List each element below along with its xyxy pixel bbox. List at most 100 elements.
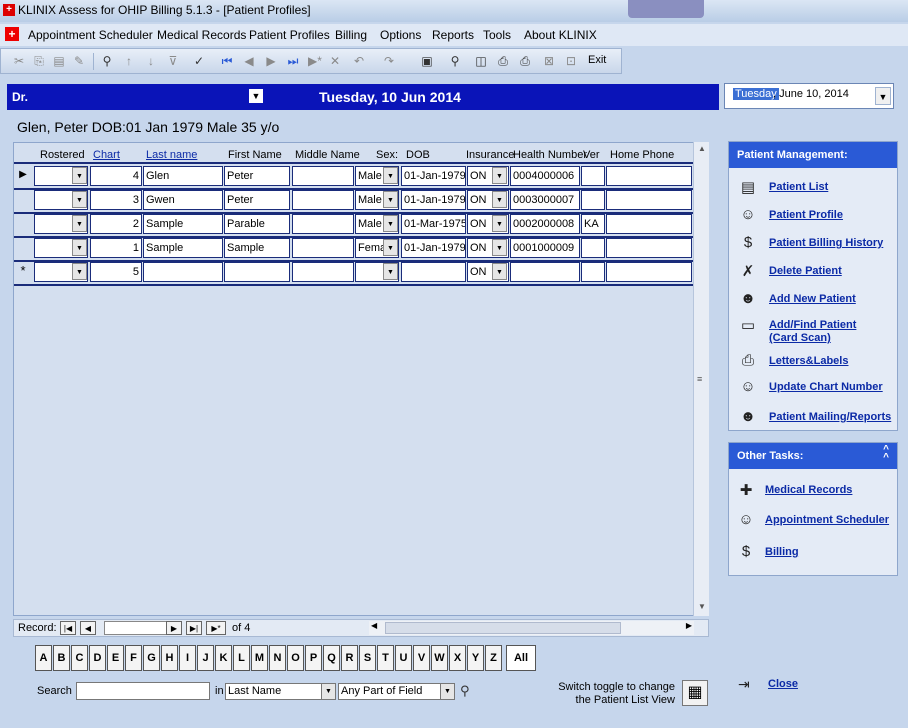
insurance-chevron-down-icon[interactable]: ▼ bbox=[492, 191, 507, 208]
last-name-cell[interactable]: Glen bbox=[143, 166, 223, 186]
middle-name-cell[interactable] bbox=[292, 238, 354, 258]
first-name-cell[interactable] bbox=[224, 262, 290, 282]
column-header-chart[interactable]: Chart bbox=[93, 149, 120, 161]
vertical-scrollbar[interactable]: ▲ ≡ ▼ bbox=[693, 142, 709, 616]
home-phone-cell[interactable] bbox=[606, 238, 692, 258]
letter-button-i[interactable]: I bbox=[179, 645, 196, 671]
task-add-find-patient-link[interactable]: Add/Find Patient (Card Scan) bbox=[769, 319, 856, 345]
letter-button-r[interactable]: R bbox=[341, 645, 358, 671]
letter-button-x[interactable]: X bbox=[449, 645, 466, 671]
unlock-icon[interactable]: ⊡ bbox=[563, 53, 579, 69]
search-field-chevron-down-icon[interactable]: ▼ bbox=[321, 684, 335, 699]
last-name-cell[interactable]: Sample bbox=[143, 214, 223, 234]
sex-chevron-down-icon[interactable]: ▼ bbox=[383, 191, 398, 208]
date-picker[interactable]: Tuesday , June 10, 2014 ▼ bbox=[724, 83, 894, 109]
letter-button-o[interactable]: O bbox=[287, 645, 304, 671]
insurance-chevron-down-icon[interactable]: ▼ bbox=[492, 215, 507, 232]
scroll-left-icon[interactable]: ◀ bbox=[371, 621, 377, 630]
search-match-select[interactable]: Any Part of Field ▼ bbox=[338, 683, 455, 700]
insurance-chevron-down-icon[interactable]: ▼ bbox=[492, 239, 507, 256]
new-record-icon[interactable]: ▶* bbox=[307, 53, 323, 69]
letter-button-c[interactable]: C bbox=[71, 645, 88, 671]
table-row[interactable]: ▼ 3 Gwen Peter Male ▼ 01-Jan-1979 ON ▼ 0… bbox=[14, 188, 694, 212]
task-add-new-patient-link[interactable]: Add New Patient bbox=[769, 293, 856, 306]
task-letters-labels-link[interactable]: Letters&Labels bbox=[769, 355, 848, 368]
health-number-cell[interactable] bbox=[510, 262, 580, 282]
date-picker-date[interactable]: , June 10, 2014 bbox=[773, 88, 849, 100]
letter-button-l[interactable]: L bbox=[233, 645, 250, 671]
first-record-icon[interactable]: ⏮ bbox=[219, 53, 235, 69]
home-phone-cell[interactable] bbox=[606, 262, 692, 282]
chart-cell[interactable]: 3 bbox=[90, 190, 142, 210]
letter-button-e[interactable]: E bbox=[107, 645, 124, 671]
open-book-icon[interactable]: ◫ bbox=[473, 53, 489, 69]
letter-button-z[interactable]: Z bbox=[485, 645, 502, 671]
menu-medical-records[interactable]: Medical Records bbox=[157, 28, 246, 42]
ver-cell[interactable] bbox=[581, 262, 605, 282]
search-match-chevron-down-icon[interactable]: ▼ bbox=[440, 684, 454, 699]
next-record-button[interactable]: ▶ bbox=[166, 621, 182, 635]
first-name-cell[interactable]: Peter bbox=[224, 190, 290, 210]
dob-cell[interactable] bbox=[401, 262, 466, 282]
menu-patient-profiles[interactable]: Patient Profiles bbox=[249, 28, 330, 42]
task-billing-link[interactable]: Billing bbox=[765, 546, 799, 559]
lock-icon[interactable]: ⊠ bbox=[541, 53, 557, 69]
copy-icon[interactable]: ⎘ bbox=[31, 53, 47, 69]
row-selector[interactable] bbox=[14, 236, 32, 260]
zoom-icon[interactable]: ⚲ bbox=[447, 53, 463, 69]
scroll-right-icon[interactable]: ▶ bbox=[686, 621, 692, 630]
horizontal-scroll-thumb[interactable] bbox=[385, 622, 621, 634]
task-mailing-reports-link[interactable]: Patient Mailing/Reports bbox=[769, 411, 891, 424]
letter-button-d[interactable]: D bbox=[89, 645, 106, 671]
ver-cell[interactable] bbox=[581, 166, 605, 186]
sex-chevron-down-icon[interactable]: ▼ bbox=[383, 167, 398, 184]
first-name-cell[interactable]: Peter bbox=[224, 166, 290, 186]
letter-button-h[interactable]: H bbox=[161, 645, 178, 671]
close-door-icon[interactable]: ⇥ bbox=[738, 676, 750, 693]
ver-cell[interactable] bbox=[581, 238, 605, 258]
task-billing-history-link[interactable]: Patient Billing History bbox=[769, 237, 883, 250]
letter-button-p[interactable]: P bbox=[305, 645, 322, 671]
letter-button-b[interactable]: B bbox=[53, 645, 70, 671]
cut-icon[interactable]: ✂ bbox=[11, 53, 27, 69]
rostered-chevron-down-icon[interactable]: ▼ bbox=[72, 167, 87, 184]
chart-cell[interactable]: 4 bbox=[90, 166, 142, 186]
undo-icon[interactable]: ↶ bbox=[351, 53, 367, 69]
ver-cell[interactable]: KA bbox=[581, 214, 605, 234]
find-icon[interactable]: ⚲ bbox=[99, 53, 115, 69]
magnifier-icon[interactable]: ⚲ bbox=[460, 683, 470, 699]
chart-cell[interactable]: 5 bbox=[90, 262, 142, 282]
table-row[interactable]: ▼ 2 Sample Parable Male ▼ 01-Mar-1975 ON… bbox=[14, 212, 694, 236]
first-name-cell[interactable]: Sample bbox=[224, 238, 290, 258]
exit-button[interactable]: Exit bbox=[588, 54, 606, 66]
paste-icon[interactable]: ▤ bbox=[51, 53, 67, 69]
sort-ascending-icon[interactable]: ↑ bbox=[121, 53, 137, 69]
row-selector[interactable] bbox=[14, 188, 32, 212]
menu-tools[interactable]: Tools bbox=[483, 28, 511, 42]
chart-cell[interactable]: 2 bbox=[90, 214, 142, 234]
letter-button-n[interactable]: N bbox=[269, 645, 286, 671]
new-record-marker[interactable]: * bbox=[14, 260, 32, 284]
task-appointment-scheduler-link[interactable]: Appointment Scheduler bbox=[765, 514, 889, 527]
ver-cell[interactable] bbox=[581, 190, 605, 210]
sex-chevron-down-icon[interactable]: ▼ bbox=[383, 239, 398, 256]
last-record-button[interactable]: ▶| bbox=[186, 621, 202, 635]
menu-appointment-scheduler[interactable]: Appointment Scheduler bbox=[28, 28, 153, 42]
letter-button-m[interactable]: M bbox=[251, 645, 268, 671]
table-row[interactable]: ▼ 1 Sample Sample Fema ▼ 01-Jan-1979 ON … bbox=[14, 236, 694, 260]
middle-name-cell[interactable] bbox=[292, 214, 354, 234]
letter-button-t[interactable]: T bbox=[377, 645, 394, 671]
form-icon[interactable]: ▣ bbox=[419, 53, 435, 69]
menu-options[interactable]: Options bbox=[380, 28, 421, 42]
chart-cell[interactable]: 1 bbox=[90, 238, 142, 258]
spellcheck-icon[interactable]: ✓ bbox=[191, 53, 207, 69]
date-picker-chevron-down-icon[interactable]: ▼ bbox=[875, 87, 891, 105]
first-record-button[interactable]: |◀ bbox=[60, 621, 76, 635]
scroll-down-icon[interactable]: ▼ bbox=[696, 602, 708, 614]
rostered-chevron-down-icon[interactable]: ▼ bbox=[72, 215, 87, 232]
menu-about-klinix[interactable]: About KLINIX bbox=[524, 28, 597, 42]
scroll-grip-icon[interactable]: ≡ bbox=[697, 374, 702, 384]
letter-button-k[interactable]: K bbox=[215, 645, 232, 671]
letter-button-f[interactable]: F bbox=[125, 645, 142, 671]
table-row[interactable]: ▶ ▼ 4 Glen Peter Male ▼ 01-Jan-1979 ON ▼… bbox=[14, 164, 694, 188]
